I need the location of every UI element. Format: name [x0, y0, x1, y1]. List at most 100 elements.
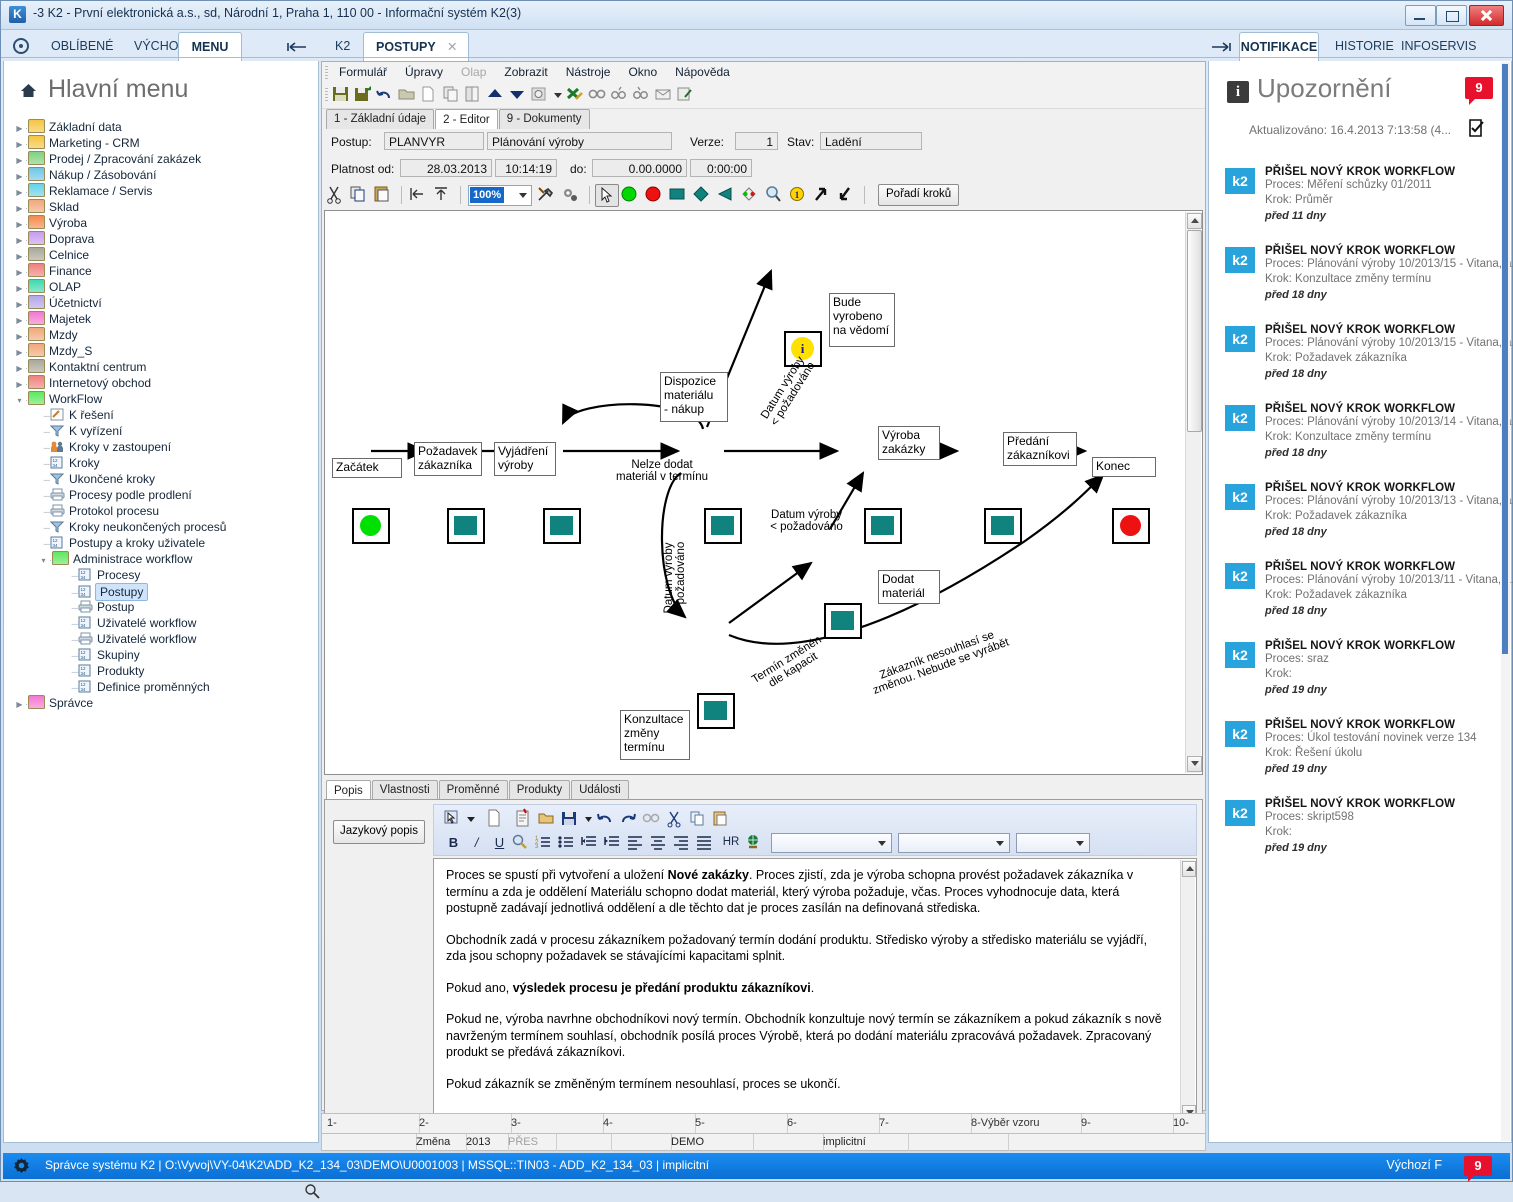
indent-icon[interactable] — [580, 832, 603, 854]
status-bar-right-label[interactable]: Výchozí F — [1386, 1158, 1442, 1172]
diagram-canvas[interactable]: i ZačátekPožadavek zákazníkaVyjádření vý… — [324, 210, 1203, 775]
tree-item[interactable]: ─Protokol procesu — [14, 503, 314, 519]
undo-icon[interactable] — [376, 86, 398, 106]
tree-item[interactable]: ─1234Kroky — [14, 455, 314, 471]
mail-icon[interactable] — [654, 86, 676, 106]
paste-icon[interactable] — [711, 808, 734, 830]
function-key[interactable]: 2- — [414, 1114, 512, 1133]
function-key[interactable]: 4- — [598, 1114, 696, 1133]
notification-item[interactable]: k2PŘIŠEL NOVÝ KROK WORKFLOWProces: Pláno… — [1225, 482, 1497, 544]
color-icon[interactable] — [511, 832, 534, 854]
tree-item[interactable]: ─1234Definice proměnných — [14, 679, 314, 695]
open-folder-icon[interactable] — [398, 86, 420, 106]
tree-item[interactable]: ─Postup — [14, 599, 314, 615]
undo-icon[interactable] — [596, 808, 619, 830]
dropdown-arrow-icon[interactable] — [552, 86, 566, 106]
dots-icon[interactable] — [739, 184, 763, 206]
search-icon[interactable] — [304, 1183, 320, 1199]
find-next-icon[interactable] — [610, 86, 632, 106]
menu-dot-icon[interactable] — [13, 38, 29, 54]
tab-menu[interactable]: MENU — [178, 32, 242, 63]
scroll-thumb[interactable] — [1187, 230, 1202, 432]
align-right-icon[interactable] — [672, 832, 695, 854]
tree-item[interactable]: ─Procesy podle prodlení — [14, 487, 314, 503]
notification-item[interactable]: k2PŘIŠEL NOVÝ KROK WORKFLOWProces: Pláno… — [1225, 403, 1497, 465]
scroll-up-button[interactable] — [1182, 861, 1196, 877]
spell-check-icon[interactable] — [566, 86, 588, 106]
tree-item[interactable]: ▶·Mzdy — [14, 327, 314, 343]
info-circle-icon[interactable]: 1 — [787, 184, 811, 206]
menu-zobrazit[interactable]: Zobrazit — [495, 62, 556, 82]
copy-icon[interactable] — [688, 808, 711, 830]
stav-input[interactable]: Ladění — [820, 132, 922, 150]
menu-okno[interactable]: Okno — [619, 62, 666, 82]
menu-formular[interactable]: Formulář — [330, 62, 396, 82]
scroll-up-button[interactable] — [1187, 213, 1202, 229]
tree-item[interactable]: ▶·Finance — [14, 263, 314, 279]
tree-item[interactable]: ▶·Účetnictví — [14, 295, 314, 311]
properties-icon[interactable] — [514, 808, 537, 830]
tree-item[interactable]: ▶·Majetek — [14, 311, 314, 327]
tree-item[interactable]: ─Kroky neukončených procesů — [14, 519, 314, 535]
align-left-icon[interactable] — [626, 832, 649, 854]
diamond-icon[interactable] — [691, 184, 715, 206]
notification-item[interactable]: k2PŘIŠEL NOVÝ KROK WORKFLOWProces: Pláno… — [1225, 245, 1497, 307]
tree-item[interactable]: ▶·Výroba — [14, 215, 314, 231]
function-key[interactable]: 3- — [506, 1114, 604, 1133]
link-icon[interactable] — [744, 832, 767, 854]
save-dropdown-icon[interactable] — [583, 808, 596, 830]
do-time-input[interactable]: 0:00:00 — [690, 159, 752, 177]
tree-item[interactable]: ─K vyřízení — [14, 423, 314, 439]
language-description-button[interactable]: Jazykový popis — [333, 820, 425, 844]
arrow-up-right-icon[interactable] — [811, 184, 835, 206]
platnost-date-input[interactable]: 28.03.2013 — [400, 159, 492, 177]
scroll-thumb[interactable] — [1502, 64, 1508, 654]
toolbar-grip[interactable] — [325, 88, 328, 103]
tree-item[interactable]: ▶·Správce — [14, 695, 314, 711]
tree-item[interactable]: ▶·Marketing - CRM — [14, 135, 314, 151]
clock-icon[interactable] — [530, 86, 552, 106]
tree-item[interactable]: ─1234Skupiny — [14, 647, 314, 663]
minimize-button[interactable] — [1405, 5, 1436, 26]
form-tab-zakladni-udaje[interactable]: 1 - Základní údaje — [326, 109, 434, 129]
unordered-list-icon[interactable] — [557, 832, 580, 854]
align-left-icon[interactable] — [407, 184, 431, 206]
tools-icon[interactable] — [536, 184, 560, 206]
save-icon[interactable] — [332, 86, 354, 106]
tree-item[interactable]: ─1234Produkty — [14, 663, 314, 679]
copy-document-icon[interactable] — [442, 86, 464, 106]
tree-item[interactable]: ▾·Administrace workflow — [14, 551, 314, 567]
left-triangle-icon[interactable] — [715, 184, 739, 206]
dropdown-arrow-icon[interactable] — [465, 808, 479, 830]
close-button[interactable] — [1469, 5, 1504, 26]
tree-item[interactable]: ▶·Reklamace / Servis — [14, 183, 314, 199]
notification-item[interactable]: k2PŘIŠEL NOVÝ KROK WORKFLOWProces: Úkol … — [1225, 719, 1497, 781]
notification-scrollbar[interactable] — [1501, 62, 1510, 1141]
tree-item[interactable]: ▶·Prodej / Zpracování zakázek — [14, 151, 314, 167]
tree-item[interactable]: ─Uživatelé workflow — [14, 631, 314, 647]
menu-upravy[interactable]: Úpravy — [396, 62, 452, 82]
postup-name-input[interactable]: Plánování výroby — [487, 132, 672, 150]
function-key[interactable]: 8-Výběr vzoru — [966, 1114, 1082, 1133]
zoom-select[interactable]: 100% — [468, 185, 532, 206]
arrow-down-left-icon[interactable] — [835, 184, 859, 206]
save-icon[interactable] — [560, 808, 583, 830]
tree-item[interactable]: ▶·Doprava — [14, 231, 314, 247]
description-editor[interactable]: Proces se spustí při vytvoření a uložení… — [433, 858, 1197, 1124]
edit-document-icon[interactable] — [676, 86, 698, 106]
diagram-node[interactable] — [824, 603, 862, 639]
align-center-icon[interactable] — [649, 832, 672, 854]
tree-item[interactable]: ─1234Procesy — [14, 567, 314, 583]
tree-item[interactable]: ▶·Celnice — [14, 247, 314, 263]
align-top-icon[interactable] — [431, 184, 455, 206]
gears-icon[interactable] — [560, 184, 584, 206]
tree-item[interactable]: ▶·Základní data — [14, 119, 314, 135]
scroll-down-button[interactable] — [1187, 756, 1202, 772]
chevron-right-icon[interactable]: ▶ — [14, 697, 25, 713]
select-mode-icon[interactable] — [442, 808, 465, 830]
down-arrow-icon[interactable] — [508, 86, 530, 106]
function-key[interactable]: 7- — [874, 1114, 972, 1133]
style-dropdown[interactable] — [771, 833, 892, 853]
open-folder-icon[interactable] — [537, 808, 560, 830]
tab-postupy[interactable]: POSTUPY ✕ — [363, 32, 469, 63]
